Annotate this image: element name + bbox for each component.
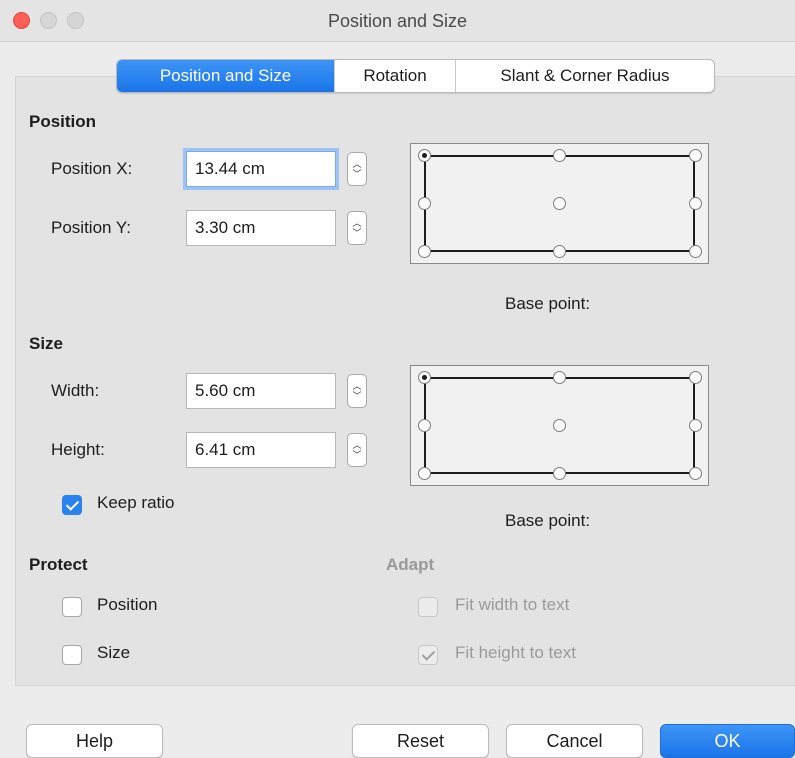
height-stepper[interactable]: ︿ ﹀ bbox=[347, 433, 367, 467]
chevron-down-icon: ﹀ bbox=[352, 169, 362, 179]
base-point-bottom-center[interactable] bbox=[553, 245, 566, 258]
protect-position-label: Position bbox=[97, 595, 158, 614]
base-point-top-left[interactable] bbox=[418, 371, 431, 384]
base-point-bottom-right[interactable] bbox=[689, 467, 702, 480]
chevron-down-icon: ﹀ bbox=[352, 450, 362, 460]
cancel-button[interactable]: Cancel bbox=[506, 724, 643, 758]
protect-size-checkbox[interactable] bbox=[62, 645, 82, 665]
base-point-middle-right[interactable] bbox=[689, 197, 702, 210]
reset-button[interactable]: Reset bbox=[352, 724, 489, 758]
fit-height-to-text-checkbox[interactable] bbox=[418, 645, 438, 665]
tab-bar: Position and Size Rotation Slant & Corne… bbox=[116, 59, 715, 93]
width-field[interactable]: 5.60 cm bbox=[186, 373, 336, 409]
position-base-point-selector bbox=[410, 143, 709, 264]
base-point-top-center[interactable] bbox=[553, 371, 566, 384]
height-label: Height: bbox=[51, 440, 105, 459]
tab-position-and-size[interactable]: Position and Size bbox=[117, 60, 335, 92]
tab-slant-corner-radius[interactable]: Slant & Corner Radius bbox=[456, 60, 714, 92]
fit-height-to-text-label: Fit height to text bbox=[455, 643, 576, 662]
position-base-point-label: Base point: bbox=[505, 294, 591, 313]
position-y-field[interactable]: 3.30 cm bbox=[186, 210, 336, 246]
chevron-down-icon: ﹀ bbox=[352, 228, 362, 238]
base-point-middle-left[interactable] bbox=[418, 197, 431, 210]
size-base-point-selector bbox=[410, 365, 709, 486]
position-x-field[interactable]: 13.44 cm bbox=[186, 151, 336, 187]
chevron-up-icon: ︿ bbox=[352, 381, 362, 391]
height-field[interactable]: 6.41 cm bbox=[186, 432, 336, 468]
base-point-bottom-left[interactable] bbox=[418, 245, 431, 258]
position-heading: Position bbox=[29, 112, 97, 131]
protect-heading: Protect bbox=[29, 555, 88, 574]
help-button[interactable]: Help bbox=[26, 724, 163, 758]
chevron-up-icon: ︿ bbox=[352, 159, 362, 169]
base-point-top-center[interactable] bbox=[553, 149, 566, 162]
position-x-label: Position X: bbox=[51, 159, 133, 178]
chevron-down-icon: ﹀ bbox=[352, 391, 362, 401]
base-point-middle-left[interactable] bbox=[418, 419, 431, 432]
width-stepper[interactable]: ︿ ﹀ bbox=[347, 374, 367, 408]
base-point-middle-right[interactable] bbox=[689, 419, 702, 432]
keep-ratio-label: Keep ratio bbox=[97, 493, 175, 512]
ok-button[interactable]: OK bbox=[660, 724, 795, 758]
size-heading: Size bbox=[29, 334, 64, 353]
protect-size-label: Size bbox=[97, 643, 131, 662]
base-point-bottom-right[interactable] bbox=[689, 245, 702, 258]
tab-rotation[interactable]: Rotation bbox=[335, 60, 456, 92]
chevron-up-icon: ︿ bbox=[352, 218, 362, 228]
window-title: Position and Size bbox=[327, 11, 468, 31]
size-base-point-label: Base point: bbox=[505, 511, 591, 530]
base-point-top-right[interactable] bbox=[689, 149, 702, 162]
chevron-up-icon: ︿ bbox=[352, 440, 362, 450]
position-x-stepper[interactable]: ︿ ﹀ bbox=[347, 152, 367, 186]
base-point-bottom-center[interactable] bbox=[553, 467, 566, 480]
width-label: Width: bbox=[51, 381, 100, 400]
adapt-heading: Adapt bbox=[386, 555, 435, 574]
fit-width-to-text-checkbox[interactable] bbox=[418, 597, 438, 617]
base-point-center[interactable] bbox=[553, 197, 566, 210]
position-y-stepper[interactable]: ︿ ﹀ bbox=[347, 211, 367, 245]
position-y-label: Position Y: bbox=[51, 218, 132, 237]
base-point-top-right[interactable] bbox=[689, 371, 702, 384]
fit-width-to-text-label: Fit width to text bbox=[455, 595, 570, 614]
protect-position-checkbox[interactable] bbox=[62, 597, 82, 617]
base-point-top-left[interactable] bbox=[418, 149, 431, 162]
title-bar: Position and Size bbox=[0, 0, 795, 42]
keep-ratio-checkbox[interactable] bbox=[62, 495, 82, 515]
base-point-bottom-left[interactable] bbox=[418, 467, 431, 480]
base-point-center[interactable] bbox=[553, 419, 566, 432]
